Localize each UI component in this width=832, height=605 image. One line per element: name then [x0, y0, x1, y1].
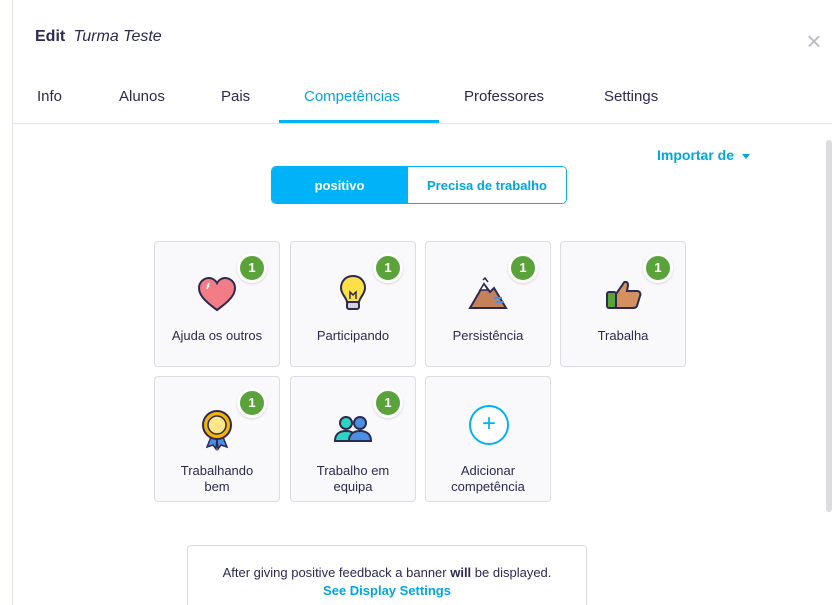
- toggle-positive[interactable]: positivo: [272, 167, 407, 203]
- skill-card[interactable]: 1 Trabalho em equipa: [290, 376, 416, 502]
- banner-message: After giving positive feedback a banner …: [188, 565, 586, 580]
- banner-msg-bold: will: [450, 565, 472, 580]
- skill-label-line1: Trabalhando: [180, 463, 254, 478]
- tab-competencias[interactable]: Competências: [304, 88, 400, 105]
- feedback-type-toggle: positivo Precisa de trabalho: [271, 166, 567, 204]
- tab-pais[interactable]: Pais: [221, 88, 250, 105]
- active-tab-indicator: [279, 120, 439, 123]
- toggle-needs-work[interactable]: Precisa de trabalho: [407, 167, 566, 203]
- add-skill-card[interactable]: + Adicionar competência: [425, 376, 551, 502]
- skill-label: Trabalho em equipa: [295, 463, 411, 495]
- plus-icon: +: [469, 405, 509, 445]
- skill-label-line1: Trabalho em: [316, 463, 390, 478]
- close-icon[interactable]: ×: [803, 28, 825, 54]
- count-badge: 1: [643, 253, 673, 283]
- tab-professores[interactable]: Professores: [464, 88, 544, 105]
- team-icon: [333, 416, 373, 442]
- banner-msg-before: After giving positive feedback a banner: [222, 565, 451, 580]
- skill-label: Ajuda os outros: [171, 328, 263, 343]
- add-skill-label: Adicionar competência: [430, 463, 546, 495]
- count-badge: 1: [508, 253, 538, 283]
- modal-title: Edit Turma Teste: [35, 28, 162, 46]
- skill-label: Trabalhando bem: [159, 463, 275, 495]
- count-badge: 1: [373, 388, 403, 418]
- see-display-settings-link[interactable]: See Display Settings: [188, 583, 586, 598]
- skill-label: Persistência: [452, 328, 524, 343]
- skill-card[interactable]: 1 Trabalha: [560, 241, 686, 367]
- count-badge: 1: [237, 253, 267, 283]
- tab-info[interactable]: Info: [37, 88, 62, 105]
- tab-bar: Info Alunos Pais Competências Professore…: [12, 78, 832, 124]
- thumbs-up-icon: [606, 280, 642, 309]
- display-settings-banner: After giving positive feedback a banner …: [187, 545, 587, 605]
- skill-label: Participando: [316, 328, 390, 343]
- count-badge: 1: [237, 388, 267, 418]
- lightbulb-icon: [339, 274, 367, 310]
- tab-alunos[interactable]: Alunos: [119, 88, 165, 105]
- skill-label-line2: bem: [204, 479, 230, 494]
- skill-card[interactable]: 1 Trabalhando bem: [154, 376, 280, 502]
- tab-settings[interactable]: Settings: [604, 88, 658, 105]
- heart-icon: [197, 276, 237, 312]
- title-class-name: Turma Teste: [73, 28, 162, 45]
- skill-card[interactable]: 1 Ajuda os outros: [154, 241, 280, 367]
- import-label: Importar de: [657, 147, 735, 163]
- skill-label: Trabalha: [597, 328, 649, 343]
- add-skill-label-line2: competência: [451, 479, 525, 494]
- medal-icon: [202, 410, 232, 451]
- banner-msg-after: be displayed.: [471, 565, 552, 580]
- skill-label-line2: equipa: [333, 479, 373, 494]
- caret-down-icon: [742, 153, 751, 159]
- title-edit-label: Edit: [35, 28, 66, 45]
- count-badge: 1: [373, 253, 403, 283]
- skill-card[interactable]: 1 Persistência: [425, 241, 551, 367]
- import-dropdown[interactable]: Importar de: [657, 147, 751, 163]
- mountain-icon: [468, 276, 508, 309]
- scrollbar[interactable]: [826, 140, 832, 512]
- add-skill-label-line1: Adicionar: [460, 463, 516, 478]
- skill-card[interactable]: 1 Participando: [290, 241, 416, 367]
